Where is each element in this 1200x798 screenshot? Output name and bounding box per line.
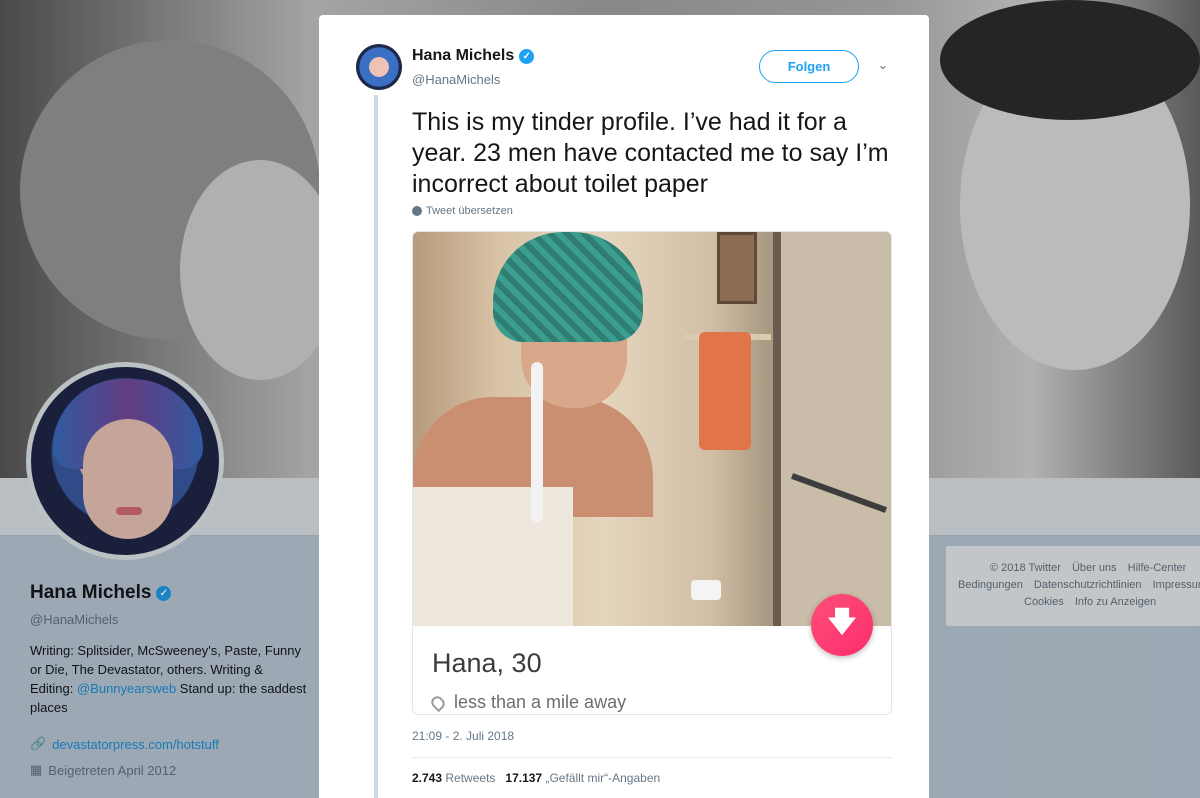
tweet-media-card[interactable]: 🡇 Hana, 30 less than a mile away [412,231,892,715]
thread-line [374,95,378,798]
translate-link[interactable]: Tweet übersetzen [412,205,513,217]
follow-button[interactable]: Folgen [759,50,859,83]
translate-label: Tweet übersetzen [426,205,513,217]
down-arrow-icon: 🡇 [827,606,857,637]
author-avatar[interactable] [356,44,402,90]
location-pin-icon [428,693,448,712]
likes-stat[interactable]: 17.137 „Gefällt mir“-Angaben [505,771,660,785]
globe-icon [412,206,422,216]
tinder-photo[interactable] [413,232,891,626]
retweets-stat[interactable]: 2.743 Retweets [412,771,495,785]
caret-down-icon[interactable]: ⌄ [871,57,895,77]
author-name[interactable]: Hana Michels [412,47,514,65]
tinder-distance: less than a mile away [454,692,627,712]
tweet-modal: Hana Michels ✓ @HanaMichels Folgen ⌄ Thi… [319,15,929,798]
tweet-timestamp[interactable]: 21:09 - 2. Juli 2018 [412,729,514,743]
tweet-stats: 2.743 Retweets 17.137 „Gefällt mir“-Anga… [412,771,660,785]
author-handle[interactable]: @HanaMichels [412,72,500,87]
divider [412,757,892,758]
tinder-name-age: Hana, 30 [432,648,542,678]
down-arrow-button[interactable]: 🡇 [811,594,873,656]
tweet-text: This is my tinder profile. I’ve had it f… [412,108,889,198]
verified-icon: ✓ [519,48,535,64]
